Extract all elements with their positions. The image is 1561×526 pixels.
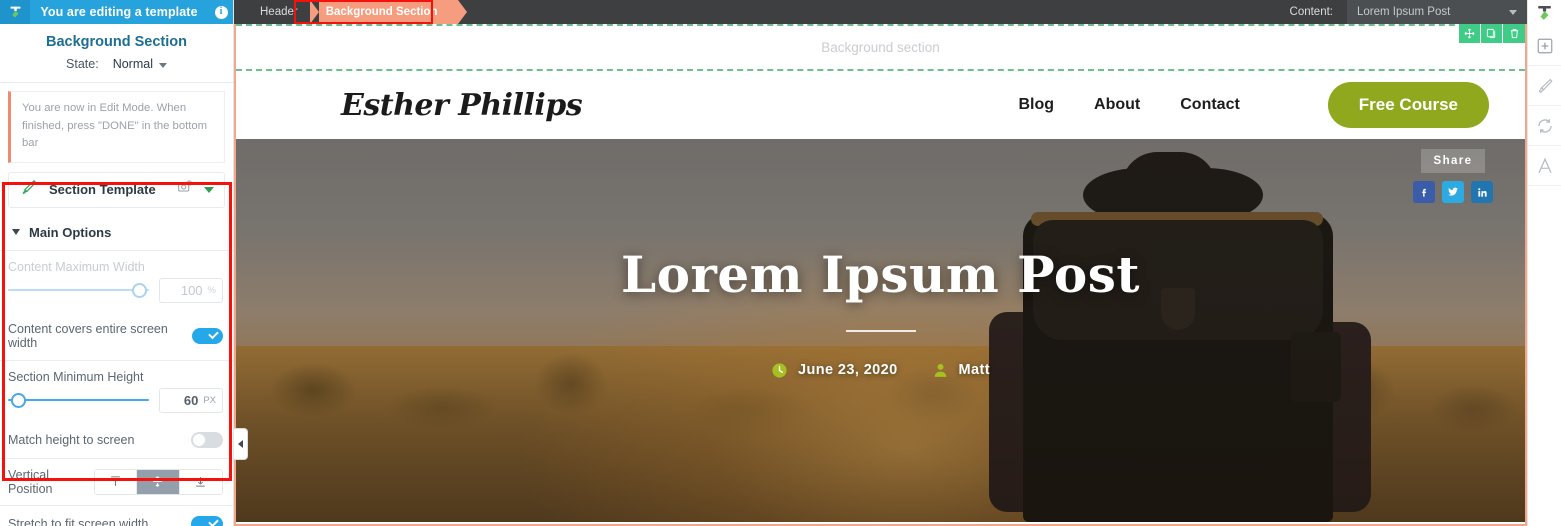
nav-link-about[interactable]: About <box>1094 96 1140 114</box>
info-icon[interactable]: i <box>208 5 233 19</box>
sync-icon[interactable] <box>1527 106 1561 146</box>
hero-date: June 23, 2020 <box>771 362 898 379</box>
align-bottom-icon[interactable] <box>179 469 222 494</box>
section-min-height-value: 60 <box>183 392 199 408</box>
duplicate-icon[interactable] <box>1481 24 1503 43</box>
free-course-button[interactable]: Free Course <box>1327 82 1489 128</box>
share-label: Share <box>1420 149 1486 173</box>
content-label: Content: <box>1289 6 1333 18</box>
chevron-down-icon <box>158 62 167 68</box>
linkedin-share-button[interactable] <box>1471 181 1493 203</box>
content-max-width-block: Content Maximum Width 100 % <box>0 251 233 312</box>
content-max-width-slider[interactable] <box>8 281 149 299</box>
panel-title: Background Section <box>46 34 187 50</box>
chevron-left-icon <box>238 440 243 448</box>
hero-date-text: June 23, 2020 <box>798 362 898 378</box>
stretch-to-fit-toggle[interactable] <box>191 515 223 526</box>
add-element-icon[interactable] <box>1527 26 1561 66</box>
save-template-icon[interactable] <box>177 179 193 200</box>
section-template-row[interactable]: Section Template <box>8 171 225 208</box>
state-dropdown[interactable]: Normal <box>113 57 167 71</box>
element-toolbar <box>1459 24 1525 43</box>
brush-icon <box>19 178 38 202</box>
content-dropdown[interactable]: Lorem Ipsum Post <box>1347 0 1527 24</box>
nav-link-contact[interactable]: Contact <box>1180 96 1240 114</box>
site-brand[interactable]: Esther Phillips <box>341 88 583 123</box>
move-icon[interactable] <box>1459 24 1481 43</box>
hero-title[interactable]: Lorem Ipsum Post <box>621 245 1140 304</box>
right-toolbar <box>1527 0 1561 526</box>
banner-text: You are editing a template <box>40 5 198 19</box>
state-value: Normal <box>112 57 153 71</box>
site-header: Esther Phillips Blog About Contact Free … <box>236 71 1525 139</box>
clock-icon <box>771 362 788 379</box>
template-logo-icon <box>0 0 30 24</box>
content-covers-toggle[interactable] <box>192 327 223 344</box>
section-min-height-block: Section Minimum Height 60 PX <box>0 361 233 422</box>
hero-content: Lorem Ipsum Post June 23, 2020 Matt <box>236 139 1525 522</box>
align-top-icon[interactable] <box>94 469 138 494</box>
main-options-header[interactable]: Main Options <box>0 215 233 250</box>
typography-icon[interactable] <box>1527 146 1561 186</box>
site-nav: Blog About Contact Free Course <box>1018 82 1489 128</box>
top-toolbar: Header Background Section Content: Lorem… <box>234 0 1527 24</box>
vertical-position-row: Vertical Position <box>0 459 233 505</box>
edit-mode-notice: You are now in Edit Mode. When finished,… <box>8 91 225 163</box>
content-max-width-input[interactable]: 100 % <box>159 277 223 303</box>
section-min-height-label: Section Minimum Height <box>8 369 144 384</box>
template-logo-icon <box>1528 0 1561 26</box>
background-section-placeholder[interactable]: Background section <box>236 24 1525 71</box>
hero-author-text: Matt <box>958 362 990 378</box>
content-covers-row[interactable]: Content covers entire screen width <box>0 312 233 360</box>
section-min-height-unit: PX <box>203 394 216 406</box>
brush-icon[interactable] <box>1527 66 1561 106</box>
hero-meta: June 23, 2020 Matt <box>771 362 990 379</box>
match-height-toggle[interactable] <box>191 431 223 448</box>
nav-link-blog[interactable]: Blog <box>1018 96 1054 114</box>
section-min-height-slider[interactable] <box>8 391 149 409</box>
match-height-row[interactable]: Match height to screen <box>0 422 233 458</box>
content-covers-label: Content covers entire screen width <box>8 321 168 350</box>
hero-section: Lorem Ipsum Post June 23, 2020 Matt Shar… <box>236 139 1525 522</box>
editing-template-banner: You are editing a template i <box>0 0 233 24</box>
match-height-label: Match height to screen <box>8 432 135 447</box>
share-widget: Share <box>1413 149 1493 203</box>
collapse-panel-handle[interactable] <box>234 428 248 460</box>
breadcrumb-item-background-section[interactable]: Background Section <box>309 0 467 24</box>
chevron-down-icon[interactable] <box>204 186 214 193</box>
content-max-width-value: 100 <box>180 282 203 298</box>
triangle-down-icon <box>12 229 20 235</box>
breadcrumb-item-header[interactable]: Header <box>248 0 310 24</box>
hero-author: Matt <box>932 362 990 379</box>
user-icon <box>932 362 949 379</box>
stretch-to-fit-label: Stretch to fit screen width <box>8 516 149 526</box>
twitter-share-button[interactable] <box>1442 181 1464 203</box>
share-buttons <box>1413 181 1493 203</box>
main-options-label: Main Options <box>29 224 112 240</box>
edit-mode-notice-wrap: You are now in Edit Mode. When finished,… <box>0 83 233 163</box>
content-dropdown-value: Lorem Ipsum Post <box>1357 6 1451 18</box>
breadcrumb: Header Background Section <box>234 0 467 24</box>
content-max-width-label: Content Maximum Width <box>8 259 145 274</box>
vertical-position-label: Vertical Position <box>8 467 53 496</box>
state-label: State: <box>66 57 99 71</box>
chevron-down-icon <box>1509 9 1517 15</box>
background-section-label: Background section <box>821 40 940 55</box>
section-min-height-input[interactable]: 60 PX <box>159 387 223 413</box>
facebook-share-button[interactable] <box>1413 181 1435 203</box>
page-canvas: Background section Esther Phillips Blog … <box>234 24 1527 526</box>
content-max-width-unit: % <box>207 284 216 296</box>
top-right-controls: Content: Lorem Ipsum Post <box>1290 0 1527 24</box>
state-row: State: Normal <box>0 57 233 71</box>
page-root: You are editing a template i Background … <box>0 0 1561 526</box>
vertical-position-buttons <box>93 468 223 495</box>
canvas-bottom-spacer <box>236 522 1525 524</box>
stretch-to-fit-row[interactable]: Stretch to fit screen width <box>0 506 233 526</box>
section-template-label: Section Template <box>49 182 156 197</box>
left-settings-panel: You are editing a template i Background … <box>0 0 234 526</box>
hero-divider <box>845 329 916 332</box>
delete-icon[interactable] <box>1503 24 1525 43</box>
align-middle-icon[interactable] <box>137 469 180 494</box>
main-options-section: Main Options Content Maximum Width 100 % <box>0 215 233 526</box>
